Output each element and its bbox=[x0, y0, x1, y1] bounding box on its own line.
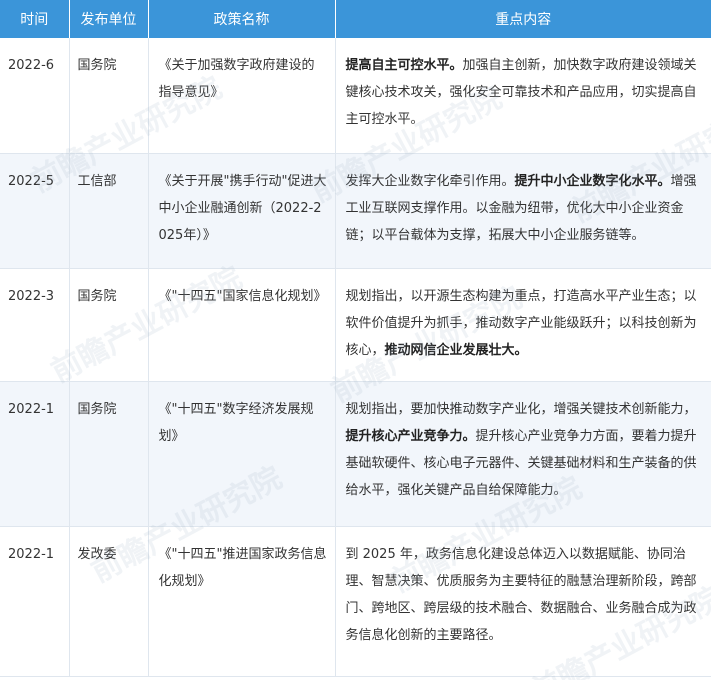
header-time: 时间 bbox=[0, 0, 70, 38]
cell-time: 2022-1 bbox=[0, 381, 70, 527]
cell-org: 工信部 bbox=[69, 153, 149, 269]
cell-time: 2022-6 bbox=[0, 38, 70, 154]
key-content-highlight: 推动网信企业发展壮大。 bbox=[384, 342, 528, 358]
key-content-text: 规划指出，要加快推动数字产业化，增强关键技术创新能力， bbox=[345, 401, 697, 417]
table-row: 2022-5 工信部 《关于开展"携手行动"促进大中小企业融通创新（2022-202… bbox=[0, 153, 711, 269]
cell-time: 2022-1 bbox=[0, 526, 70, 677]
cell-key-content: 提高自主可控水平。加强自主创新，加快数字政府建设领域关键核心技术攻关，强化安全可… bbox=[335, 38, 711, 154]
table-row: 2022-3 国务院 《"十四五"国家信息化规划》 规划指出，以开源生态构建为重点，打… bbox=[0, 268, 711, 382]
key-content-highlight: 提高自主可控水平。 bbox=[345, 58, 463, 73]
cell-key-content: 发挥大企业数字化牵引作用。提升中小企业数字化水平。增强工业互联网支撑作用。以金融… bbox=[335, 153, 711, 269]
cell-key-content: 规划指出，以开源生态构建为重点，打造高水平产业生态；以软件价值提升为抓手，推动数… bbox=[335, 268, 711, 382]
header-org: 发布单位 bbox=[69, 0, 149, 38]
cell-org: 国务院 bbox=[69, 381, 149, 527]
cell-org: 国务院 bbox=[69, 38, 149, 154]
table-row: 2022-6 国务院 《关于加强数字政府建设的指导意见》 提高自主可控水平。加强自主创… bbox=[0, 38, 711, 154]
table-row: 2022-1 发改委 《"十四五"推进国家政务信息化规划》到 2025 年，政务信息… bbox=[0, 526, 711, 677]
header-policy-name: 政策名称 bbox=[148, 0, 336, 38]
policy-table: 时间 发布单位 政策名称 重点内容 2022-6 国务院 《关于加强数字政府建设的指… bbox=[0, 0, 711, 677]
cell-org: 国务院 bbox=[69, 268, 149, 382]
key-content-text: 到 2025 年，政务信息化建设总体迈入以数据赋能、协同治理、智慧决策、优质服务… bbox=[345, 546, 697, 643]
cell-org: 发改委 bbox=[69, 526, 149, 677]
cell-key-content: 到 2025 年，政务信息化建设总体迈入以数据赋能、协同治理、智慧决策、优质服务… bbox=[335, 526, 711, 677]
cell-policy-name: 《"十四五"推进国家政务信息化规划》 bbox=[148, 526, 336, 677]
cell-policy-name: 《关于加强数字政府建设的指导意见》 bbox=[148, 38, 336, 154]
header-key-content: 重点内容 bbox=[335, 0, 711, 38]
cell-policy-name: 《"十四五"数字经济发展规划》 bbox=[148, 381, 336, 527]
key-content-highlight: 提升中小企业数字化水平。 bbox=[514, 173, 671, 189]
key-content-text: 发挥大企业数字化牵引作用。 bbox=[345, 173, 515, 189]
table-row: 2022-1 国务院 《"十四五"数字经济发展规划》 规划指出，要加快推动数字产业化，… bbox=[0, 381, 711, 527]
cell-policy-name: 《"十四五"国家信息化规划》 bbox=[148, 268, 336, 382]
cell-policy-name: 《关于开展"携手行动"促进大中小企业融通创新（2022-2025年）》 bbox=[148, 153, 336, 269]
cell-key-content: 规划指出，要加快推动数字产业化，增强关键技术创新能力，提升核心产业竞争力。提升核… bbox=[335, 381, 711, 527]
cell-time: 2022-5 bbox=[0, 153, 70, 269]
cell-time: 2022-3 bbox=[0, 268, 70, 382]
policy-table-screen: 时间 发布单位 政策名称 重点内容 2022-6 国务院 《关于加强数字政府建设的指… bbox=[0, 0, 711, 680]
table-header-row: 时间 发布单位 政策名称 重点内容 bbox=[0, 0, 711, 38]
table-body: 2022-6 国务院 《关于加强数字政府建设的指导意见》 提高自主可控水平。加强自主创… bbox=[0, 38, 711, 677]
key-content-highlight: 提升核心产业竞争力。 bbox=[345, 428, 476, 444]
